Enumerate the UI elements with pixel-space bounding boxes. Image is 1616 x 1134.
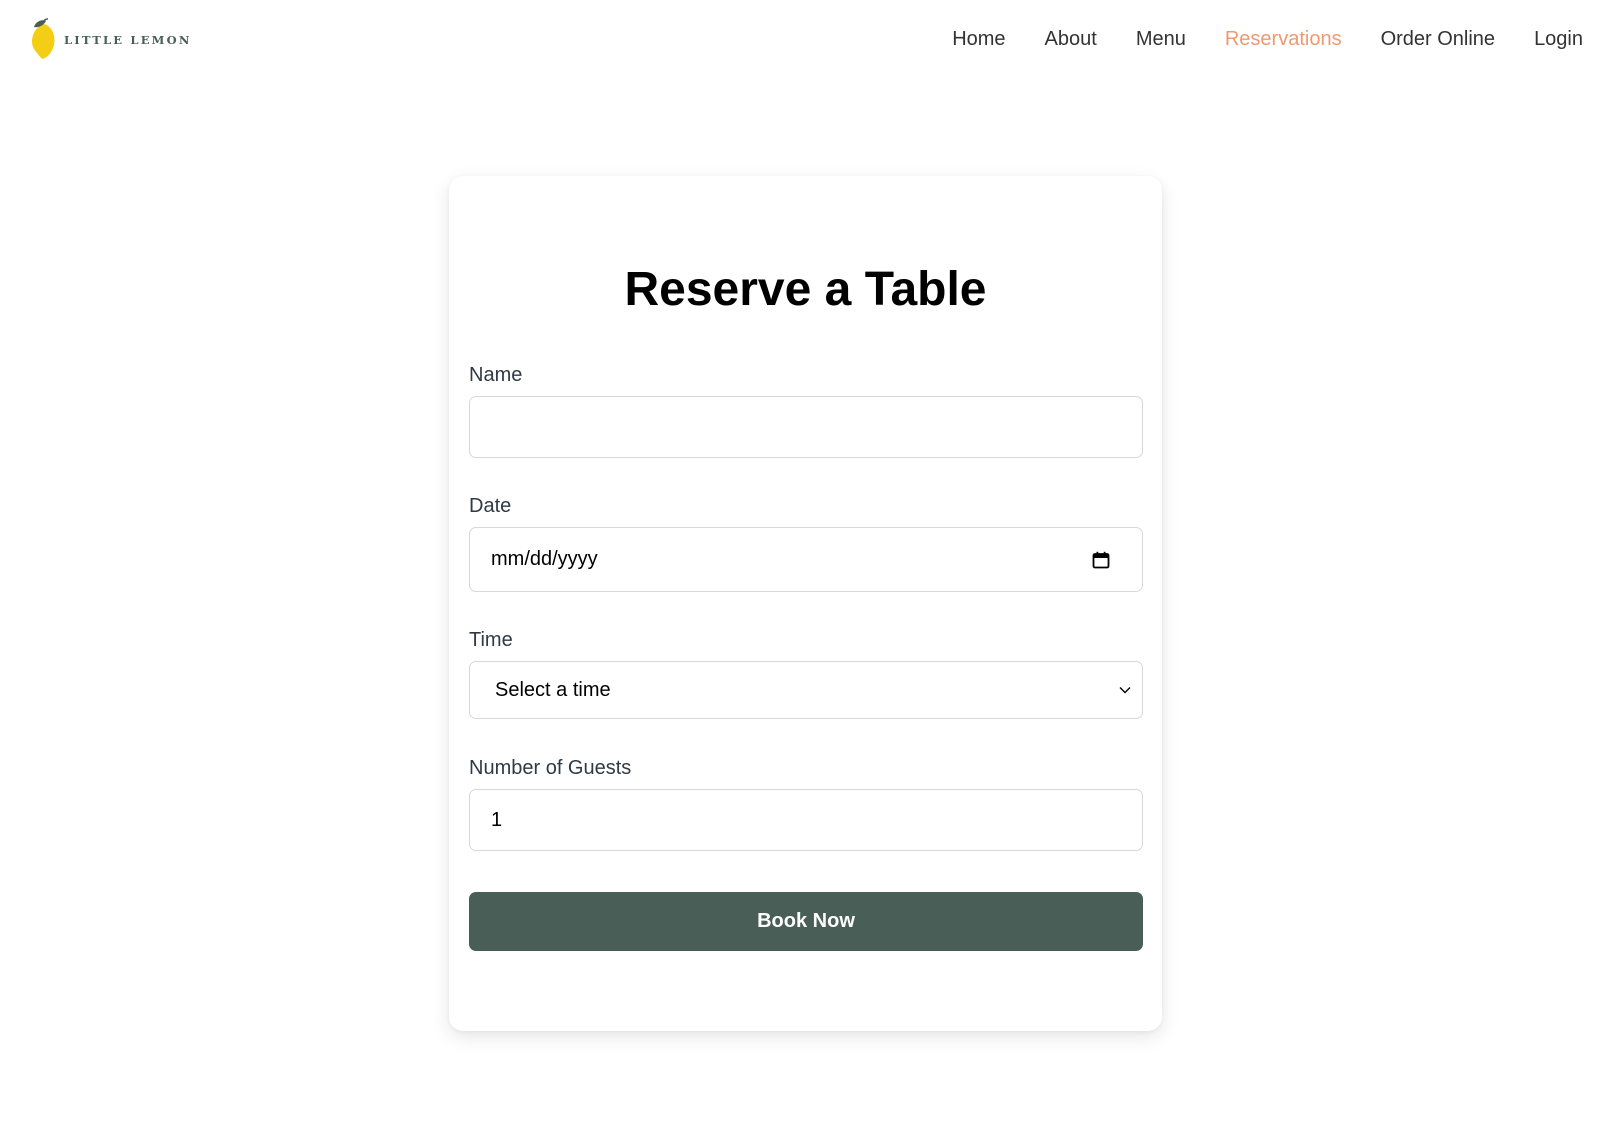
date-input-placeholder: mm/dd/yyyy — [491, 548, 598, 570]
time-select[interactable]: Select a time — [469, 661, 1143, 719]
nav-about-link[interactable]: About — [1045, 24, 1097, 54]
guests-input[interactable]: 1 — [469, 789, 1143, 851]
lemon-logo-icon — [32, 18, 55, 59]
page-title: Reserve a Table — [624, 263, 987, 316]
guests-input-value: 1 — [491, 808, 503, 831]
guests-label: Number of Guests — [469, 757, 632, 779]
site-header: LITTLE LEMON Home About Menu Reservation… — [0, 0, 1616, 78]
nav-menu-link[interactable]: Menu — [1136, 24, 1186, 54]
nav-order-online-link[interactable]: Order Online — [1381, 24, 1496, 54]
date-label: Date — [469, 495, 512, 517]
date-input[interactable]: mm/dd/yyyy — [469, 527, 1143, 592]
name-label: Name — [469, 364, 523, 386]
nav-home-link[interactable]: Home — [952, 24, 1005, 54]
chevron-down-icon — [1119, 687, 1131, 694]
nav-reservations-link[interactable]: Reservations — [1225, 24, 1342, 54]
logo[interactable]: LITTLE LEMON — [30, 18, 192, 60]
name-input[interactable] — [469, 396, 1143, 458]
time-label: Time — [469, 629, 513, 651]
logo-text: LITTLE LEMON — [64, 33, 192, 47]
time-select-value: Select a time — [495, 678, 611, 701]
book-now-button[interactable]: Book Now — [469, 892, 1143, 951]
calendar-icon[interactable] — [1092, 551, 1110, 569]
main-nav: Home About Menu Reservations Order Onlin… — [952, 24, 1583, 54]
reservation-card: Reserve a Table Name Date mm/dd/yyyy Tim… — [449, 176, 1162, 1031]
nav-login-link[interactable]: Login — [1534, 24, 1583, 54]
